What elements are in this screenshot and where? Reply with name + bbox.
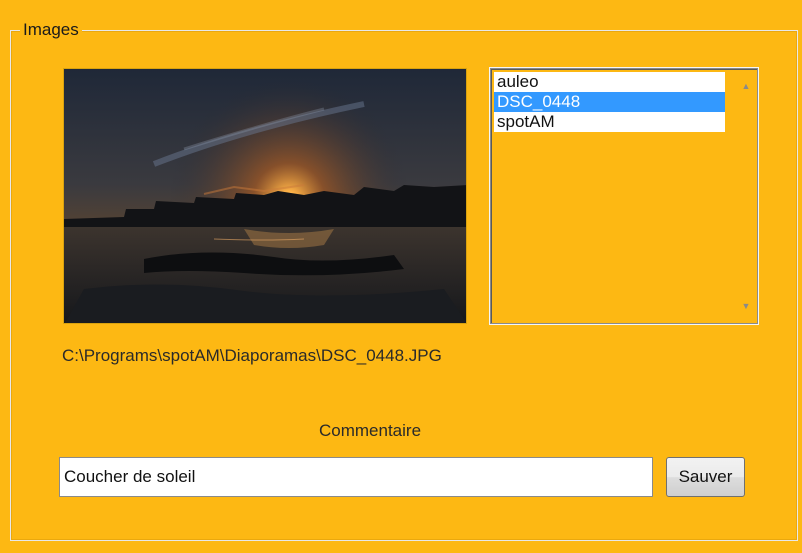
images-listbox[interactable]: auleo DSC_0448 spotAM ▲ ▼ xyxy=(490,68,758,324)
save-button[interactable]: Sauver xyxy=(666,457,745,497)
listbox-scrollbar[interactable]: ▲ ▼ xyxy=(736,70,756,322)
sunset-photo xyxy=(64,69,466,323)
list-item-dsc-0448[interactable]: DSC_0448 xyxy=(494,92,725,112)
groupbox-title: Images xyxy=(20,18,82,42)
image-preview xyxy=(63,68,467,324)
comment-label: Commentaire xyxy=(319,421,422,440)
comment-input[interactable] xyxy=(59,457,653,497)
scroll-down-arrow-icon[interactable]: ▼ xyxy=(736,296,756,316)
images-window: Images auleo DSC_0448 spotAM ▲ ▼ C:\Prog… xyxy=(0,0,802,553)
list-item-spotam[interactable]: spotAM xyxy=(494,112,725,132)
list-item-auleo[interactable]: auleo xyxy=(494,72,725,92)
file-path-label: C:\Programs\spotAM\Diaporamas\DSC_0448.J… xyxy=(62,346,442,365)
images-list: auleo DSC_0448 spotAM xyxy=(494,72,725,132)
scroll-up-arrow-icon[interactable]: ▲ xyxy=(736,76,756,96)
